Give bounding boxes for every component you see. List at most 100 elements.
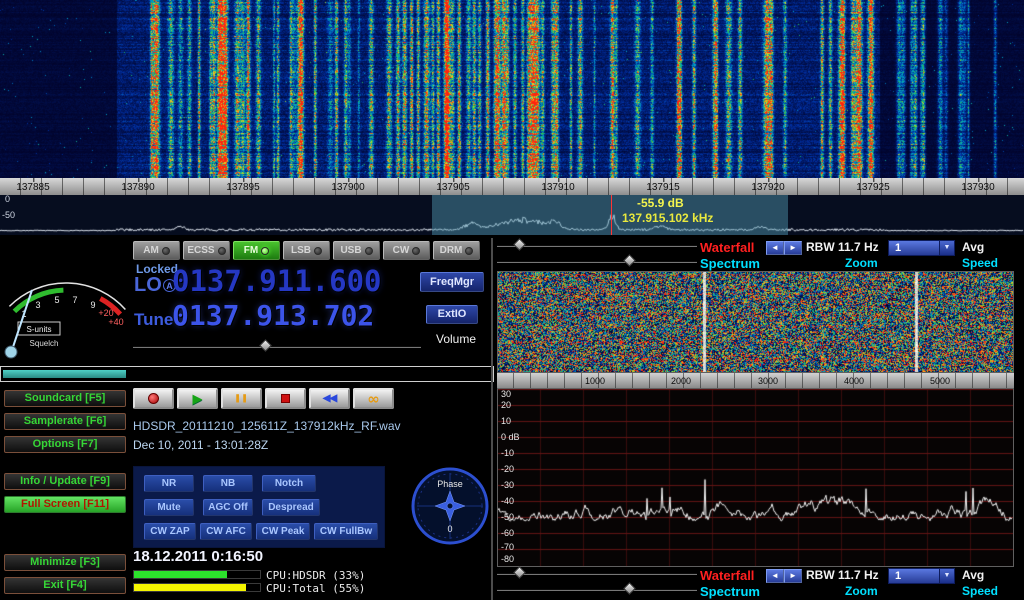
af-db-label: -50: [501, 512, 514, 522]
phase-label: Phase: [437, 479, 463, 489]
spin-right-icon[interactable]: ►: [784, 569, 802, 583]
squelch-knob[interactable]: [5, 346, 17, 358]
samplerate-button[interactable]: Samplerate [F6]: [4, 413, 126, 430]
af-brightness-slider-bottom[interactable]: [497, 567, 697, 579]
mode-button-am[interactable]: AM: [133, 241, 180, 260]
af-db-label: 20: [501, 400, 511, 410]
s-meter: 1 3 5 7 9 +20 +40 S-units Squelch: [2, 238, 130, 366]
stop-button[interactable]: [265, 388, 306, 409]
play-button[interactable]: ▶: [177, 388, 218, 409]
af-tick-label: 3000: [758, 376, 778, 386]
info-update-button[interactable]: Info / Update [F9]: [4, 473, 126, 490]
mode-led-icon: [261, 247, 269, 255]
rbw-spinner-bottom[interactable]: ◄ ►: [766, 569, 802, 583]
af-db-label: -30: [501, 480, 514, 490]
mode-led-icon: [412, 247, 420, 255]
avg-select[interactable]: 1 ▼: [888, 240, 955, 256]
waterfall-label-bottom[interactable]: Waterfall: [700, 568, 754, 583]
mode-led-icon: [365, 247, 373, 255]
chevron-down-icon[interactable]: ▼: [939, 569, 954, 583]
waterfall-label[interactable]: Waterfall: [700, 240, 754, 255]
lo-frequency-display[interactable]: 0137.911.600: [172, 264, 382, 298]
passband-selection[interactable]: [432, 195, 788, 235]
pause-button[interactable]: ❚❚: [221, 388, 262, 409]
frequency-scale[interactable]: 137885 137890 137895 137900 137905 13791…: [0, 178, 1024, 195]
clock-display: 18.12.2011 0:16:50: [133, 548, 263, 565]
loop-button[interactable]: ∞: [353, 388, 394, 409]
mode-button-fm[interactable]: FM: [233, 241, 280, 260]
spectrum-label[interactable]: Spectrum: [700, 256, 760, 271]
minimize-button[interactable]: Minimize [F3]: [4, 554, 126, 571]
freq-tick-label: 137900: [331, 182, 364, 193]
af-db-label: 30: [501, 389, 511, 399]
agc-button[interactable]: AGC Off: [203, 499, 253, 516]
avg-select-value: 1: [895, 242, 901, 254]
cpu-total-fill: [134, 584, 246, 591]
cw-zap-button[interactable]: CW ZAP: [144, 523, 196, 540]
spin-left-icon[interactable]: ◄: [766, 241, 784, 255]
cursor-freq-readout: 137.915.102 kHz: [622, 211, 713, 225]
soundcard-button[interactable]: Soundcard [F5]: [4, 390, 126, 407]
chevron-down-icon[interactable]: ▼: [939, 241, 954, 255]
nb-button[interactable]: NB: [203, 475, 253, 492]
nr-button[interactable]: NR: [144, 475, 194, 492]
cpu-hdsdr-fill: [134, 571, 227, 578]
spin-left-icon[interactable]: ◄: [766, 569, 784, 583]
zoom-label-bottom: Zoom: [845, 584, 878, 598]
af-zoom-slider[interactable]: [497, 255, 697, 267]
slider-thumb[interactable]: [623, 254, 636, 267]
cw-afc-button[interactable]: CW AFC: [200, 523, 252, 540]
volume-slider[interactable]: [133, 340, 421, 352]
mode-button-drm[interactable]: DRM: [433, 241, 480, 260]
fullscreen-button[interactable]: Full Screen [F11]: [4, 496, 126, 513]
slider-thumb[interactable]: [513, 238, 526, 251]
spectrum-label-bottom[interactable]: Spectrum: [700, 584, 760, 599]
freqmgr-button[interactable]: FreqMgr: [420, 272, 484, 292]
slider-groove: [497, 260, 697, 263]
options-button[interactable]: Options [F7]: [4, 436, 126, 453]
rewind-button[interactable]: ◀◀: [309, 388, 350, 409]
mode-led-icon: [465, 247, 473, 255]
af-db-label: -70: [501, 542, 514, 552]
playback-position-bar[interactable]: [0, 366, 494, 382]
record-button[interactable]: [133, 388, 174, 409]
cw-peak-button[interactable]: CW Peak: [256, 523, 310, 540]
record-icon: [148, 393, 159, 404]
freq-tick-label: 137920: [751, 182, 784, 193]
af-frequency-scale[interactable]: 1000 2000 3000 4000 5000: [497, 373, 1014, 388]
freq-tick-label: 137905: [436, 182, 469, 193]
notch-button[interactable]: Notch: [262, 475, 316, 492]
phase-dial[interactable]: Phase 0: [408, 464, 492, 548]
avg-select-bottom[interactable]: 1 ▼: [888, 568, 955, 584]
rbw-spinner[interactable]: ◄ ►: [766, 241, 802, 255]
slider-groove: [133, 345, 421, 348]
speed-label: Speed: [962, 256, 998, 270]
mode-button-usb[interactable]: USB: [333, 241, 380, 260]
mode-button-lsb[interactable]: LSB: [283, 241, 330, 260]
cw-fullbw-button[interactable]: CW FullBw: [314, 523, 378, 540]
af-zoom-slider-bottom[interactable]: [497, 583, 697, 595]
rf-spectrum-display[interactable]: 0 -50 -55.9 dB 137.915.102 kHz: [0, 195, 1024, 235]
mode-label: USB: [340, 245, 361, 256]
mode-button-cw[interactable]: CW: [383, 241, 430, 260]
af-brightness-slider[interactable]: [497, 239, 697, 251]
slider-thumb[interactable]: [623, 582, 636, 595]
freq-tick-label: 137925: [856, 182, 889, 193]
despread-button[interactable]: Despread: [262, 499, 320, 516]
extio-button[interactable]: ExtIO: [426, 305, 478, 324]
cursor-db-readout: -55.9 dB: [637, 196, 684, 210]
tune-frequency-display[interactable]: 0137.913.702: [172, 299, 374, 332]
exit-button[interactable]: Exit [F4]: [4, 577, 126, 594]
af-waterfall-frame: [497, 271, 1014, 373]
rf-waterfall-display[interactable]: [0, 0, 1024, 178]
slider-groove: [497, 244, 697, 247]
freq-tick-label: 137890: [121, 182, 154, 193]
slider-thumb[interactable]: [259, 339, 272, 352]
mute-button[interactable]: Mute: [144, 499, 194, 516]
mode-label: LSB: [291, 245, 311, 256]
spin-right-icon[interactable]: ►: [784, 241, 802, 255]
slider-thumb[interactable]: [513, 566, 526, 579]
af-waterfall-display[interactable]: [498, 272, 1013, 372]
mode-button-ecss[interactable]: ECSS: [183, 241, 230, 260]
af-spectrum-display[interactable]: [498, 389, 1013, 566]
